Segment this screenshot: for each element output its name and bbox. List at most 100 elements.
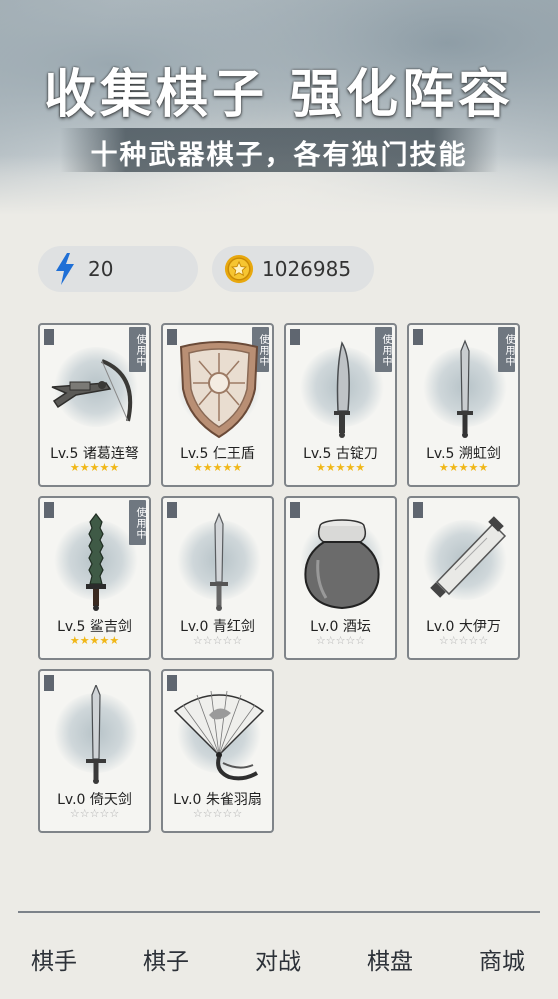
sword-icon — [210, 512, 228, 611]
star-rating: ★★★★★ — [40, 461, 149, 474]
star-filled-icon: ★ — [355, 461, 366, 474]
card-name: Lv.5 诸葛连弩 — [50, 446, 139, 462]
star-empty-icon: ☆ — [222, 807, 233, 820]
card-name: Lv.0 大伊万 — [426, 619, 501, 635]
star-filled-icon: ★ — [89, 461, 100, 474]
star-empty-icon: ☆ — [232, 634, 243, 647]
star-empty-icon: ☆ — [232, 807, 243, 820]
star-empty-icon: ☆ — [109, 807, 120, 820]
piece-card-suhong-sword[interactable]: 使用中 Lv.5 溯虹剑 ★★★★★ — [407, 323, 520, 487]
star-empty-icon: ☆ — [69, 807, 80, 820]
star-empty-icon: ☆ — [192, 634, 203, 647]
star-empty-icon: ☆ — [99, 807, 110, 820]
star-filled-icon: ★ — [89, 634, 100, 647]
star-empty-icon: ☆ — [79, 807, 90, 820]
lightning-icon — [50, 252, 80, 286]
star-filled-icon: ★ — [335, 461, 346, 474]
star-empty-icon: ☆ — [325, 634, 336, 647]
star-empty-icon: ☆ — [448, 634, 459, 647]
star-empty-icon: ☆ — [202, 634, 213, 647]
piece-card-guding-blade[interactable]: 使用中 Lv.5 古锭刀 ★★★★★ — [284, 323, 397, 487]
star-empty-icon: ☆ — [212, 807, 223, 820]
star-filled-icon: ★ — [325, 461, 336, 474]
star-rating: ★★★★★ — [286, 461, 395, 474]
star-filled-icon: ★ — [458, 461, 469, 474]
star-rating: ★★★★★ — [409, 461, 518, 474]
star-filled-icon: ★ — [109, 461, 120, 474]
star-rating: ☆☆☆☆☆ — [286, 634, 395, 647]
star-empty-icon: ☆ — [202, 807, 213, 820]
nav-tab-shop[interactable]: 商城 — [457, 942, 547, 976]
piece-card-zhuge-crossbow[interactable]: 使用中 Lv.5 诸葛连弩 ★★★★★ — [38, 323, 151, 487]
star-filled-icon: ★ — [232, 461, 243, 474]
star-filled-icon: ★ — [69, 634, 80, 647]
card-name: Lv.0 酒坛 — [310, 619, 371, 635]
star-empty-icon: ☆ — [438, 634, 449, 647]
piece-card-wine-jar[interactable]: Lv.0 酒坛 ☆☆☆☆☆ — [284, 496, 397, 660]
long-sword-icon — [86, 685, 106, 784]
jagged-sword-icon — [86, 513, 106, 611]
star-empty-icon: ☆ — [315, 634, 326, 647]
crossbow-icon — [51, 359, 133, 422]
piece-card-qinghong-sword[interactable]: Lv.0 青红剑 ☆☆☆☆☆ — [161, 496, 274, 660]
card-name: Lv.5 溯虹剑 — [426, 446, 501, 462]
energy-value: 20 — [88, 257, 114, 281]
nav-divider — [18, 911, 540, 913]
card-name: Lv.5 古锭刀 — [303, 446, 378, 462]
card-name: Lv.0 青红剑 — [180, 619, 255, 635]
star-filled-icon: ★ — [99, 461, 110, 474]
scroll-icon — [430, 516, 507, 598]
star-filled-icon: ★ — [212, 461, 223, 474]
star-filled-icon: ★ — [345, 461, 356, 474]
star-filled-icon: ★ — [99, 634, 110, 647]
nav-tab-battle[interactable]: 对战 — [233, 942, 323, 976]
star-filled-icon: ★ — [69, 461, 80, 474]
shield-icon — [179, 341, 259, 439]
star-empty-icon: ☆ — [222, 634, 233, 647]
star-rating: ☆☆☆☆☆ — [409, 634, 518, 647]
sword-icon — [457, 339, 473, 438]
star-filled-icon: ★ — [448, 461, 459, 474]
star-filled-icon: ★ — [79, 461, 90, 474]
star-empty-icon: ☆ — [192, 807, 203, 820]
nav-tab-pieces[interactable]: 棋子 — [121, 942, 211, 976]
star-filled-icon: ★ — [79, 634, 90, 647]
star-empty-icon: ☆ — [345, 634, 356, 647]
star-empty-icon: ☆ — [335, 634, 346, 647]
star-filled-icon: ★ — [315, 461, 326, 474]
star-filled-icon: ★ — [202, 461, 213, 474]
star-filled-icon: ★ — [109, 634, 120, 647]
nav-tab-board[interactable]: 棋盘 — [345, 942, 435, 976]
star-rating: ☆☆☆☆☆ — [40, 807, 149, 820]
star-filled-icon: ★ — [438, 461, 449, 474]
piece-card-renwang-shield[interactable]: 使用中 Lv.5 仁王盾 ★★★★★ — [161, 323, 274, 487]
star-filled-icon: ★ — [468, 461, 479, 474]
star-empty-icon: ☆ — [478, 634, 489, 647]
star-empty-icon: ☆ — [355, 634, 366, 647]
piece-card-dayiwan[interactable]: Lv.0 大伊万 ☆☆☆☆☆ — [407, 496, 520, 660]
wine-jar-icon — [304, 519, 380, 610]
star-empty-icon: ☆ — [458, 634, 469, 647]
star-rating: ★★★★★ — [163, 461, 272, 474]
page-title: 收集棋子 强化阵容 — [43, 65, 515, 125]
star-empty-icon: ☆ — [212, 634, 223, 647]
page-subtitle: 十种武器棋子，各有独门技能 — [90, 140, 468, 171]
star-rating: ☆☆☆☆☆ — [163, 634, 272, 647]
energy-counter: 20 — [38, 246, 198, 292]
coin-counter: 1026985 — [212, 246, 374, 292]
star-filled-icon: ★ — [192, 461, 203, 474]
nav-tab-player[interactable]: 棋手 — [9, 942, 99, 976]
card-name: Lv.5 仁王盾 — [180, 446, 255, 462]
star-empty-icon: ☆ — [89, 807, 100, 820]
piece-card-yitian-sword[interactable]: Lv.0 倚天剑 ☆☆☆☆☆ — [38, 669, 151, 833]
card-name: Lv.0 朱雀羽扇 — [173, 792, 262, 808]
card-name: Lv.0 倚天剑 — [57, 792, 132, 808]
piece-card-shaji-sword[interactable]: 使用中 Lv.5 鲨吉剑 ★★★★★ — [38, 496, 151, 660]
star-filled-icon: ★ — [478, 461, 489, 474]
piece-card-zhuque-fan[interactable]: Lv.0 朱雀羽扇 ☆☆☆☆☆ — [161, 669, 274, 833]
star-empty-icon: ☆ — [468, 634, 479, 647]
star-filled-icon: ★ — [222, 461, 233, 474]
gold-coin-star-icon — [224, 252, 254, 286]
star-rating: ☆☆☆☆☆ — [163, 807, 272, 820]
card-name: Lv.5 鲨吉剑 — [57, 619, 132, 635]
